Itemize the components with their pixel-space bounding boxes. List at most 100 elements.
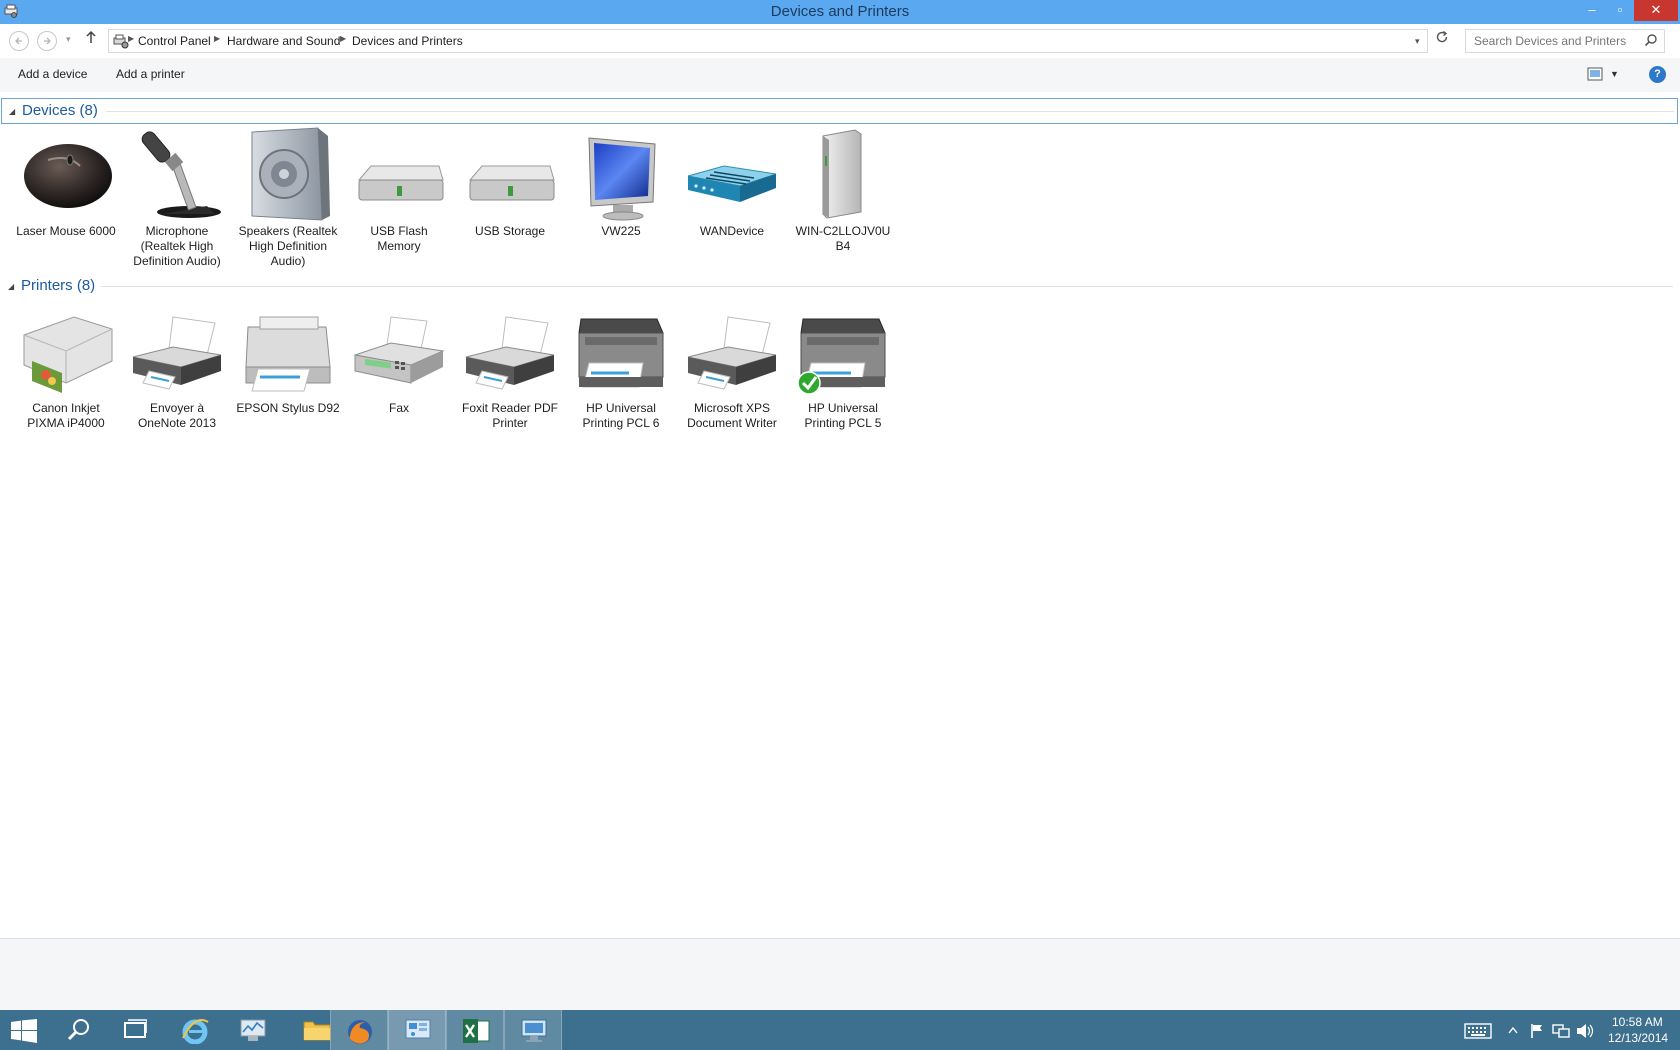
refresh-button[interactable] [1432, 30, 1452, 50]
window-title: Devices and Printers [770, 3, 910, 20]
printer-item[interactable]: EPSON Stylus D92 [236, 303, 340, 416]
printer-label: HP Universal Printing PCL 5 [804, 401, 882, 430]
printer-label: Envoyer à OneNote 2013 [137, 401, 217, 430]
control-panel-icon [405, 1019, 431, 1039]
device-label: VW225 [601, 224, 641, 238]
taskbar-search-button[interactable] [52, 1010, 110, 1050]
printer-label: Microsoft XPS Document Writer [687, 401, 777, 430]
printer-icon [245, 316, 331, 392]
breadcrumb-separator-icon[interactable]: ▶ [214, 34, 220, 43]
printer-item[interactable]: HP Universal Printing PCL 6 [569, 303, 673, 431]
file-explorer-icon [303, 1021, 331, 1041]
address-bar[interactable]: ▶ Control Panel ▶ Hardware and Sound ▶ D… [108, 29, 1428, 53]
fax-icon [354, 316, 445, 384]
printer-label: EPSON Stylus D92 [236, 401, 340, 415]
taskbar-internet-explorer[interactable] [166, 1010, 224, 1050]
device-item[interactable]: Laser Mouse 6000 [14, 126, 118, 239]
printers-group-title: Printers (8) [21, 277, 96, 294]
add-printer-button[interactable]: Add a printer [116, 67, 185, 81]
taskbar-remote-desktop[interactable] [504, 1010, 562, 1050]
start-icon [11, 1019, 37, 1043]
show-hidden-icons-chevron-icon[interactable] [1508, 1026, 1518, 1034]
printer-icon [465, 316, 555, 390]
performance-monitor-icon [240, 1019, 266, 1041]
devices-group-header[interactable]: ◢ Devices (8) [1, 98, 1678, 124]
device-label: USB Flash Memory [370, 224, 428, 253]
multifunction-printer-icon [578, 318, 664, 388]
printer-icon [132, 316, 222, 390]
breadcrumb-devices-and-printers[interactable]: Devices and Printers [352, 34, 463, 48]
printer-label: Canon Inkjet PIXMA iP4000 [27, 401, 105, 430]
device-item[interactable]: Microphone (Realtek High Definition Audi… [125, 126, 229, 269]
drive-icon [357, 165, 444, 201]
breadcrumb-control-panel[interactable]: Control Panel [138, 34, 211, 48]
monitor-icon [588, 137, 656, 221]
minimize-button[interactable]: – [1578, 0, 1606, 21]
printer-item[interactable]: Fax [347, 303, 451, 416]
task-view-icon [124, 1019, 147, 1038]
taskbar-excel[interactable] [446, 1010, 504, 1050]
network-icon[interactable] [1552, 1023, 1570, 1039]
help-icon[interactable]: ? [1649, 66, 1666, 83]
search-icon[interactable] [1644, 33, 1658, 47]
breadcrumb-separator-icon[interactable]: ▶ [340, 34, 346, 43]
device-item[interactable]: VW225 [569, 126, 673, 239]
printers-group-header[interactable]: ◢ Printers (8) [1, 274, 1678, 300]
search-input[interactable] [1474, 31, 1644, 51]
computer-tower-icon [822, 129, 862, 219]
touch-keyboard-icon[interactable] [1464, 1023, 1492, 1039]
printer-label: Foxit Reader PDF Printer [461, 401, 559, 430]
printer-item[interactable]: Canon Inkjet PIXMA iP4000 [14, 303, 118, 431]
add-device-button[interactable]: Add a device [18, 67, 87, 81]
firefox-icon [348, 1020, 372, 1044]
default-printer-item[interactable]: HP Universal Printing PCL 5 [791, 303, 895, 431]
address-history-chevron-icon[interactable]: ▾ [1415, 36, 1420, 47]
arrow-up-icon [86, 30, 96, 43]
back-button[interactable] [9, 31, 29, 51]
device-item[interactable]: WIN-C2LLOJV0U B4 [791, 126, 895, 254]
collapse-triangle-icon[interactable]: ◢ [9, 107, 15, 116]
device-label: Laser Mouse 6000 [16, 224, 116, 238]
device-item[interactable]: Speakers (Realtek High Definition Audio) [236, 126, 340, 269]
up-button[interactable] [85, 30, 97, 48]
multifunction-printer-icon [797, 318, 886, 395]
change-view-icon[interactable] [1587, 67, 1603, 81]
volume-icon[interactable] [1576, 1023, 1594, 1039]
control-panel-location-icon [113, 34, 129, 49]
device-item[interactable]: USB Flash Memory [347, 126, 451, 254]
taskbar-control-panel[interactable] [388, 1010, 446, 1050]
maximize-button[interactable]: ▫ [1606, 0, 1634, 21]
command-bar: Add a device Add a printer ▼ ? [0, 58, 1680, 92]
clock-time[interactable]: 10:58 AM [1612, 1015, 1663, 1029]
taskbar-performance-monitor[interactable] [224, 1010, 282, 1050]
printer-item[interactable]: Foxit Reader PDF Printer [458, 303, 562, 431]
drive-icon [468, 165, 555, 201]
taskbar-firefox[interactable] [330, 1010, 388, 1050]
details-pane [0, 938, 1680, 1010]
printer-item[interactable]: Microsoft XPS Document Writer [680, 303, 784, 431]
device-item[interactable]: WANDevice [680, 126, 784, 239]
printer-icon [687, 316, 777, 390]
devices-group-title: Devices (8) [22, 102, 98, 119]
printer-label: HP Universal Printing PCL 6 [582, 401, 660, 430]
address-row: ▾ ▶ Control Panel ▶ Hardware and Sound ▶… [0, 24, 1680, 58]
printer-item[interactable]: Envoyer à OneNote 2013 [125, 303, 229, 431]
search-box[interactable] [1465, 29, 1665, 53]
group-divider [101, 286, 1673, 287]
collapse-triangle-icon[interactable]: ◢ [8, 282, 14, 291]
device-item[interactable]: USB Storage [458, 126, 562, 239]
search-icon [67, 1019, 89, 1041]
device-label: Microphone (Realtek High Definition Audi… [133, 224, 221, 268]
clock-date[interactable]: 12/13/2014 [1608, 1031, 1668, 1045]
start-button[interactable] [0, 1010, 58, 1050]
breadcrumb-separator-icon[interactable]: ▶ [128, 34, 134, 43]
internet-explorer-icon [182, 1019, 209, 1044]
task-view-button[interactable] [108, 1010, 166, 1050]
view-options-chevron-icon[interactable]: ▼ [1610, 69, 1619, 79]
close-button[interactable]: ✕ [1634, 0, 1678, 21]
action-center-flag-icon[interactable] [1530, 1023, 1544, 1039]
forward-button[interactable] [37, 31, 57, 51]
breadcrumb-hardware-and-sound[interactable]: Hardware and Sound [227, 34, 340, 48]
remote-desktop-icon [521, 1019, 547, 1042]
recent-locations-chevron-icon[interactable]: ▾ [66, 34, 71, 45]
